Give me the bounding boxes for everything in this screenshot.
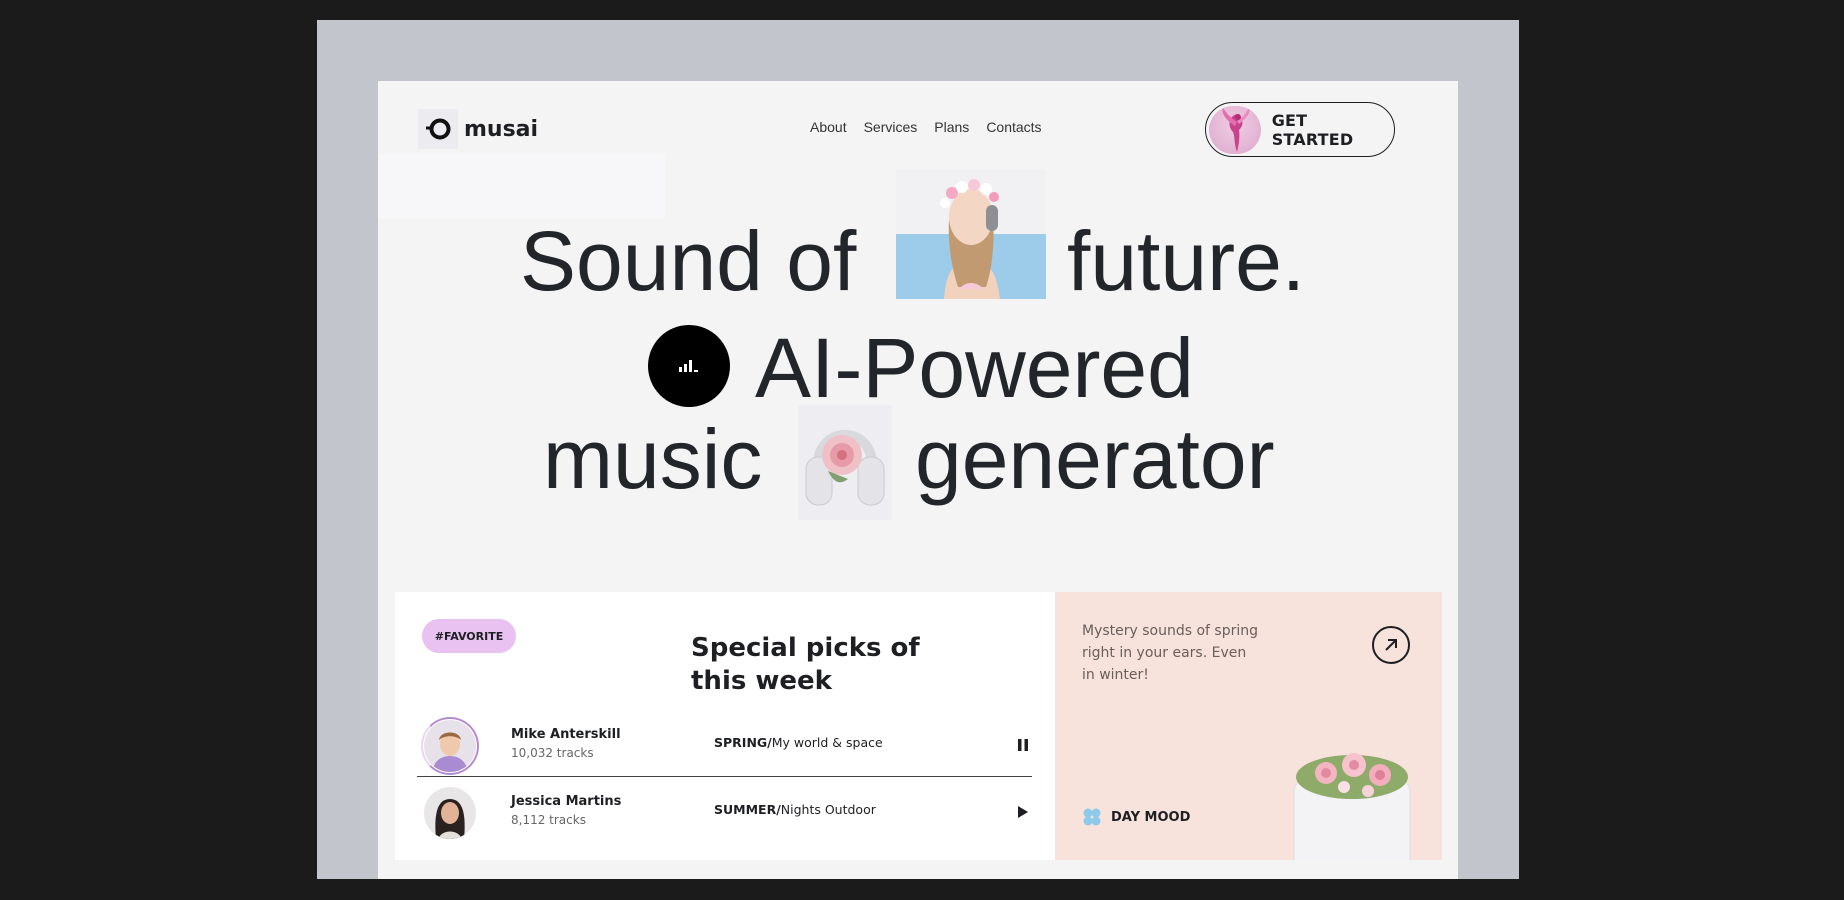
hero-text-ai-powered: AI-Powered [755,321,1194,415]
song-name: Nights Outdoor [780,802,876,817]
favorite-tag[interactable]: #FAVORITE [422,619,516,653]
nav-services[interactable]: Services [864,119,918,135]
get-started-button[interactable]: GET STARTED [1205,102,1395,157]
scrollbar[interactable] [1805,0,1844,900]
overlay-box [378,154,665,219]
season-label: SUMMER/ [714,802,781,817]
track-row[interactable]: Jessica Martins 8,112 tracks SUMMER/Nigh… [417,782,1032,844]
day-mood[interactable]: DAY MOOD [1082,807,1190,827]
bars-icon[interactable] [648,325,730,407]
hummingbird-icon [1209,105,1261,154]
get-started-label: GET STARTED [1271,110,1354,149]
song-name: My world & space [771,735,883,750]
avatar [424,787,476,839]
landing-page: musai About Services Plans Contacts GET … [378,81,1458,879]
track-count: 8,112 tracks [511,813,586,827]
brand-logo[interactable]: musai [418,109,538,149]
day-mood-card[interactable]: Mystery sounds of spring right in your e… [1055,592,1442,860]
artist-name: Jessica Martins [511,794,622,809]
nav-plans[interactable]: Plans [934,119,969,135]
artist-name: Mike Anterskill [511,727,621,742]
girl-flower-headphones-image [896,169,1046,299]
hero-text-sound-of: Sound of [520,214,857,308]
clover-icon [1083,808,1101,826]
hero-text-generator: generator [915,412,1275,506]
ring-logo-icon [418,109,458,149]
brand-name: musai [464,116,539,142]
avatar [424,720,476,772]
season-label: SPRING/ [714,735,772,750]
main-nav: About Services Plans Contacts [810,119,1042,135]
arrow-up-right-icon[interactable] [1372,626,1410,664]
pause-icon[interactable] [1014,735,1032,755]
browser-viewport: musai About Services Plans Contacts GET … [317,20,1519,879]
nav-about[interactable]: About [810,119,847,135]
special-picks-card: #FAVORITE Special picks of this week Mik… [395,592,1055,860]
play-icon[interactable] [1014,802,1032,822]
track-count: 10,032 tracks [511,746,594,760]
special-picks-title: Special picks of this week [691,633,920,696]
nav-contacts[interactable]: Contacts [986,119,1041,135]
hero-text-future: future. [1067,214,1306,308]
track-row[interactable]: Mike Anterskill 10,032 tracks SPRING/My … [417,715,1032,777]
song-title: SPRING/My world & space [714,735,883,750]
promo-text: Mystery sounds of spring right in your e… [1082,623,1259,683]
flower-headphones-image [798,405,892,520]
day-mood-label: DAY MOOD [1111,809,1191,825]
hero-text-music: music [543,412,763,506]
song-title: SUMMER/Nights Outdoor [714,802,876,817]
flower-planter-image [1288,747,1418,860]
